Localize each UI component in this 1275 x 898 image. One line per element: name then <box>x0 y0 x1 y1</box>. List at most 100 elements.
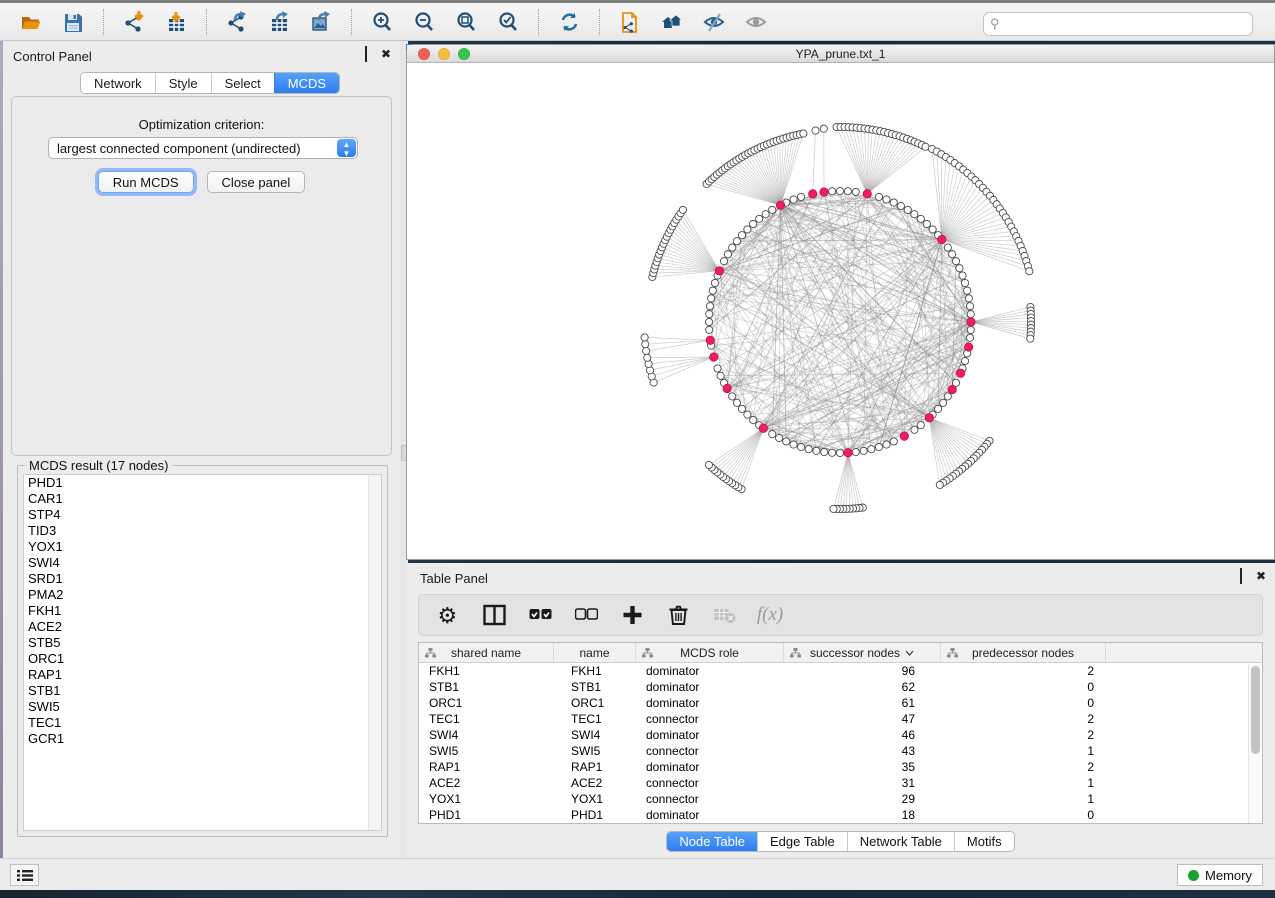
graph-node[interactable] <box>967 326 974 333</box>
graph-dominator-node[interactable] <box>900 432 908 440</box>
mcds-result-item[interactable]: ORC1 <box>24 651 381 667</box>
column-header-name[interactable]: name <box>554 643 636 662</box>
mcds-result-list[interactable]: PHD1CAR1STP4TID3YOX1SWI4SRD1PMA2FKH1ACE2… <box>23 474 382 831</box>
graph-node[interactable] <box>934 405 941 412</box>
graph-node[interactable] <box>875 443 882 450</box>
graph-node[interactable] <box>733 399 740 406</box>
tab-style[interactable]: Style <box>155 73 211 93</box>
graph-node[interactable] <box>776 434 783 441</box>
graph-node[interactable] <box>949 251 956 258</box>
gear-icon[interactable]: ⚙ <box>435 602 461 628</box>
mcds-result-item[interactable]: STP4 <box>24 507 381 523</box>
graph-node[interactable] <box>911 211 918 218</box>
graph-node[interactable] <box>917 422 924 429</box>
export-table-icon[interactable] <box>262 7 296 37</box>
hide-selected-icon[interactable] <box>697 7 731 37</box>
graph-node[interactable] <box>897 202 904 209</box>
tab-select[interactable]: Select <box>211 73 274 93</box>
graph-node[interactable] <box>790 196 797 203</box>
graph-dominator-node[interactable] <box>710 353 718 361</box>
close-panel-button[interactable]: Close panel <box>207 171 306 193</box>
mcds-result-item[interactable]: GCR1 <box>24 731 381 747</box>
graph-node[interactable] <box>744 226 751 233</box>
graph-node[interactable] <box>852 448 859 455</box>
graph-node[interactable] <box>750 220 757 227</box>
graph-dominator-node[interactable] <box>948 385 956 393</box>
graph-node[interactable] <box>1027 335 1034 342</box>
mcds-result-item[interactable]: RAP1 <box>24 667 381 683</box>
graph-node[interactable] <box>890 199 897 206</box>
graph-node[interactable] <box>965 295 972 302</box>
graph-node[interactable] <box>709 287 716 294</box>
graph-node[interactable] <box>821 448 828 455</box>
graph-node[interactable] <box>952 258 959 265</box>
tab-edge-table[interactable]: Edge Table <box>757 832 847 851</box>
graph-dominator-node[interactable] <box>759 424 767 432</box>
graph-node[interactable] <box>805 446 812 453</box>
mcds-result-item[interactable]: PMA2 <box>24 587 381 603</box>
graph-node[interactable] <box>883 196 890 203</box>
network-graph-canvas[interactable] <box>407 63 1274 559</box>
close-panel-icon[interactable]: ✖ <box>380 48 392 60</box>
add-column-icon[interactable] <box>619 602 645 628</box>
mcds-result-item[interactable]: ACE2 <box>24 619 381 635</box>
table-row[interactable]: FKH1FKH1dominator962 <box>419 663 1262 679</box>
mcds-result-item[interactable]: YOX1 <box>24 539 381 555</box>
graph-node[interactable] <box>729 244 736 251</box>
deselect-all-icon[interactable] <box>573 602 599 628</box>
graph-node[interactable] <box>762 211 769 218</box>
close-table-panel-icon[interactable]: ✖ <box>1255 570 1267 582</box>
graph-node[interactable] <box>797 443 804 450</box>
columns-icon[interactable] <box>481 602 507 628</box>
mcds-result-item[interactable]: CAR1 <box>24 491 381 507</box>
delete-column-icon[interactable] <box>665 602 691 628</box>
graph-node[interactable] <box>800 130 807 137</box>
tab-node-table[interactable]: Node Table <box>667 832 757 851</box>
graph-dominator-node[interactable] <box>844 449 852 457</box>
save-session-icon[interactable] <box>56 7 90 37</box>
graph-node[interactable] <box>724 251 731 258</box>
graph-node[interactable] <box>852 188 859 195</box>
graph-dominator-node[interactable] <box>964 343 972 351</box>
table-row[interactable]: SWI4SWI4dominator462 <box>419 727 1262 743</box>
graph-node[interactable] <box>940 399 947 406</box>
graph-node[interactable] <box>706 303 713 310</box>
zoom-fit-icon[interactable] <box>449 7 483 37</box>
graph-node[interactable] <box>959 272 966 279</box>
mcds-result-item[interactable]: PHD1 <box>24 475 381 491</box>
network-frame-titlebar[interactable]: YPA_prune.txt_1 <box>407 45 1274 63</box>
graph-node[interactable] <box>911 426 918 433</box>
graph-node[interactable] <box>961 357 968 364</box>
graph-node[interactable] <box>875 193 882 200</box>
select-all-icon[interactable] <box>527 602 553 628</box>
table-scrollbar-track[interactable] <box>1248 664 1262 823</box>
column-header-predecessor-nodes[interactable]: predecessor nodes <box>941 643 1106 662</box>
graph-node[interactable] <box>783 438 790 445</box>
graph-node[interactable] <box>813 447 820 454</box>
graph-node[interactable] <box>790 441 797 448</box>
mcds-result-item[interactable]: STB1 <box>24 683 381 699</box>
graph-dominator-node[interactable] <box>863 190 871 198</box>
graph-node[interactable] <box>820 125 827 132</box>
tab-motifs[interactable]: Motifs <box>954 832 1014 851</box>
graph-dominator-node[interactable] <box>956 369 964 377</box>
graph-node[interactable] <box>733 238 740 245</box>
graph-node[interactable] <box>956 265 963 272</box>
graph-node[interactable] <box>720 258 727 265</box>
graph-node[interactable] <box>836 187 843 194</box>
mcds-result-item[interactable]: TEC1 <box>24 715 381 731</box>
mcds-result-item[interactable]: SRD1 <box>24 571 381 587</box>
export-image-icon[interactable] <box>304 7 338 37</box>
graph-node[interactable] <box>883 441 890 448</box>
graph-node[interactable] <box>860 447 867 454</box>
tab-network[interactable]: Network <box>81 73 155 93</box>
open-file-icon[interactable] <box>14 7 48 37</box>
graph-node[interactable] <box>705 318 712 325</box>
graph-node[interactable] <box>964 287 971 294</box>
mcds-result-item[interactable]: STB5 <box>24 635 381 651</box>
graph-node[interactable] <box>644 354 651 361</box>
graph-node[interactable] <box>769 206 776 213</box>
graph-node[interactable] <box>643 347 650 354</box>
graph-node[interactable] <box>1026 268 1033 275</box>
tab-network-table[interactable]: Network Table <box>847 832 954 851</box>
